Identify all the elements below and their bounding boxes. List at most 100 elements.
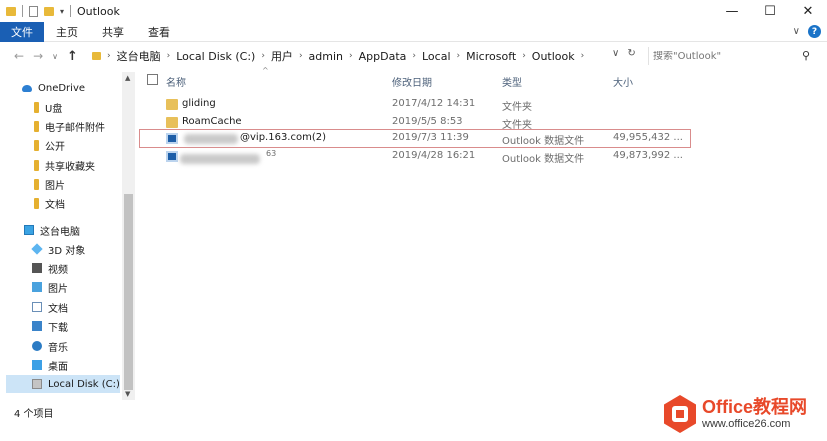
sidebar-item-documents-onedrive[interactable]: 文档	[34, 194, 65, 212]
divider	[70, 5, 72, 17]
breadcrumb-separator-icon[interactable]: ›	[259, 51, 267, 61]
sidebar-scrollbar[interactable]: ▲ ▼	[122, 72, 135, 400]
sidebar-item-email-attachments[interactable]: 电子邮件附件	[34, 117, 105, 135]
breadcrumb-item[interactable]: Local	[422, 50, 451, 63]
tab-home[interactable]: 主页	[44, 22, 90, 42]
breadcrumb-item[interactable]: Microsoft	[466, 50, 516, 63]
sidebar-item-pictures-onedrive[interactable]: 图片	[34, 175, 65, 193]
sidebar-item-documents[interactable]: 文档	[32, 298, 68, 316]
pin-folder-icon	[34, 178, 39, 190]
tab-share[interactable]: 共享	[90, 22, 136, 42]
breadcrumb-item[interactable]: 用户	[271, 48, 293, 64]
column-header-modified[interactable]: 修改日期	[392, 74, 432, 89]
search-box[interactable]: ⚲	[648, 47, 814, 65]
table-row[interactable]: gliding 2017/4/12 14:31 文件夹	[140, 96, 827, 113]
breadcrumb-separator-icon[interactable]: ›	[165, 51, 173, 61]
sidebar-item-u-disk[interactable]: U盘	[34, 98, 62, 116]
outlook-data-file-icon	[166, 151, 178, 162]
properties-icon[interactable]	[29, 5, 38, 17]
expand-ribbon-chevron-icon[interactable]: ∨	[793, 26, 800, 37]
ribbon-tabs: 文件 主页 共享 查看 ∨ ?	[0, 21, 827, 42]
sidebar-item-label: 下载	[48, 322, 68, 334]
redacted-text	[180, 154, 260, 164]
sidebar-item-label: 共享收藏夹	[45, 161, 95, 173]
breadcrumb-separator-icon[interactable]: ›	[579, 51, 587, 61]
folder-icon	[166, 117, 178, 128]
search-icon[interactable]: ⚲	[802, 49, 810, 62]
breadcrumb-separator-icon[interactable]: ›	[297, 51, 305, 61]
sidebar-item-3d-objects[interactable]: 3D 对象	[31, 240, 86, 258]
breadcrumb-item[interactable]: Outlook	[532, 50, 575, 63]
breadcrumb-separator-icon[interactable]: ›	[410, 51, 418, 61]
file-size: 49,873,992 ...	[613, 150, 683, 161]
sidebar-item-this-pc[interactable]: 这台电脑	[24, 221, 80, 239]
tab-view[interactable]: 查看	[136, 22, 182, 42]
sidebar-item-public[interactable]: 公开	[34, 136, 65, 154]
file-name: @vip.163.com(2)	[240, 132, 327, 143]
file-size: 49,955,432 ...	[613, 132, 683, 143]
address-dropdown-chevron-icon[interactable]: ∨	[612, 48, 619, 59]
sidebar-item-shared-favorites[interactable]: 共享收藏夹	[34, 156, 95, 174]
up-arrow-icon[interactable]: ↑	[67, 49, 78, 64]
file-modified: 2019/4/28 16:21	[392, 150, 476, 161]
column-header-size[interactable]: 大小	[613, 74, 633, 89]
pin-folder-icon	[34, 159, 39, 171]
file-list: ^ 名称 修改日期 类型 大小 gliding 2017/4/12 14:31 …	[139, 66, 827, 398]
sidebar-item-music[interactable]: 音乐	[32, 337, 68, 355]
breadcrumb-separator-icon[interactable]: ›	[105, 51, 113, 61]
sidebar-item-label: 电子邮件附件	[45, 122, 105, 134]
breadcrumb-item[interactable]: AppData	[359, 50, 407, 63]
new-folder-icon[interactable]	[44, 6, 54, 16]
refresh-icon[interactable]: ↻	[627, 48, 635, 59]
maximize-button[interactable]: ☐	[751, 0, 789, 22]
sidebar-item-downloads[interactable]: 下载	[32, 317, 68, 335]
recent-locations-chevron-icon[interactable]: ∨	[52, 52, 58, 61]
watermark-logo: Office教程网 www.office26.com	[664, 393, 824, 435]
sidebar-item-videos[interactable]: 视频	[32, 259, 68, 277]
scroll-up-arrow-icon[interactable]: ▲	[125, 74, 130, 82]
back-arrow-icon[interactable]: ←	[14, 49, 24, 63]
sidebar-item-label: 图片	[48, 283, 68, 295]
column-header-name[interactable]: 名称	[166, 74, 186, 89]
search-input[interactable]	[653, 50, 793, 62]
this-pc-icon	[24, 225, 34, 235]
breadcrumb-item[interactable]: 这台电脑	[117, 48, 161, 64]
close-button[interactable]: ✕	[789, 0, 827, 22]
customize-toolbar-chevron-icon[interactable]: ▾	[60, 7, 64, 16]
breadcrumb-item[interactable]: admin	[309, 50, 343, 63]
column-header-type[interactable]: 类型	[502, 74, 522, 89]
breadcrumb-separator-icon[interactable]: ›	[520, 51, 528, 61]
scrollbar-thumb[interactable]	[124, 194, 133, 390]
sidebar-item-label: 3D 对象	[48, 245, 86, 257]
file-name: gliding	[182, 98, 216, 109]
folder-icon	[166, 99, 178, 110]
tab-file[interactable]: 文件	[0, 21, 44, 42]
breadcrumb-item[interactable]: Local Disk (C:)	[176, 50, 255, 63]
select-all-checkbox[interactable]	[147, 74, 158, 85]
folder-icon	[6, 6, 16, 16]
file-modified: 2017/4/12 14:31	[392, 98, 476, 109]
breadcrumb-separator-icon[interactable]: ›	[455, 51, 463, 61]
sidebar-item-onedrive[interactable]: OneDrive	[22, 79, 85, 97]
table-row[interactable]: RoamCache 2019/5/5 8:53 文件夹	[140, 114, 827, 131]
file-modified: 2019/5/5 8:53	[392, 116, 463, 127]
address-bar-row: ← → ∨ ↑ › 这台电脑 › Local Disk (C:) › 用户 › …	[0, 43, 827, 69]
scroll-down-arrow-icon[interactable]: ▼	[125, 390, 130, 398]
help-icon[interactable]: ?	[808, 25, 821, 38]
navigation-buttons: ← → ∨ ↑	[0, 49, 78, 64]
column-header-row: ^ 名称 修改日期 类型 大小	[140, 66, 827, 92]
sidebar-item-label: Local Disk (C:)	[48, 378, 120, 390]
breadcrumb-separator-icon[interactable]: ›	[347, 51, 355, 61]
navigation-pane: OneDrive U盘 电子邮件附件 公开 共享收藏夹 图片 文档 这台电脑 3…	[0, 72, 135, 400]
breadcrumb[interactable]: › 这台电脑 › Local Disk (C:) › 用户 › admin › …	[92, 47, 642, 65]
sidebar-item-desktop[interactable]: 桌面	[32, 356, 68, 374]
table-row[interactable]: 63 2019/4/28 16:21 Outlook 数据文件 49,873,9…	[140, 148, 827, 165]
table-row[interactable]: @vip.163.com(2) 2019/7/3 11:39 Outlook 数…	[139, 129, 691, 148]
video-icon	[32, 263, 42, 273]
sidebar-item-pictures[interactable]: 图片	[32, 278, 68, 296]
minimize-button[interactable]: —	[713, 0, 751, 22]
forward-arrow-icon[interactable]: →	[33, 49, 43, 63]
desktop-icon	[32, 360, 42, 370]
sidebar-item-local-disk-c[interactable]: Local Disk (C:)	[6, 375, 120, 393]
pin-folder-icon	[34, 101, 39, 113]
